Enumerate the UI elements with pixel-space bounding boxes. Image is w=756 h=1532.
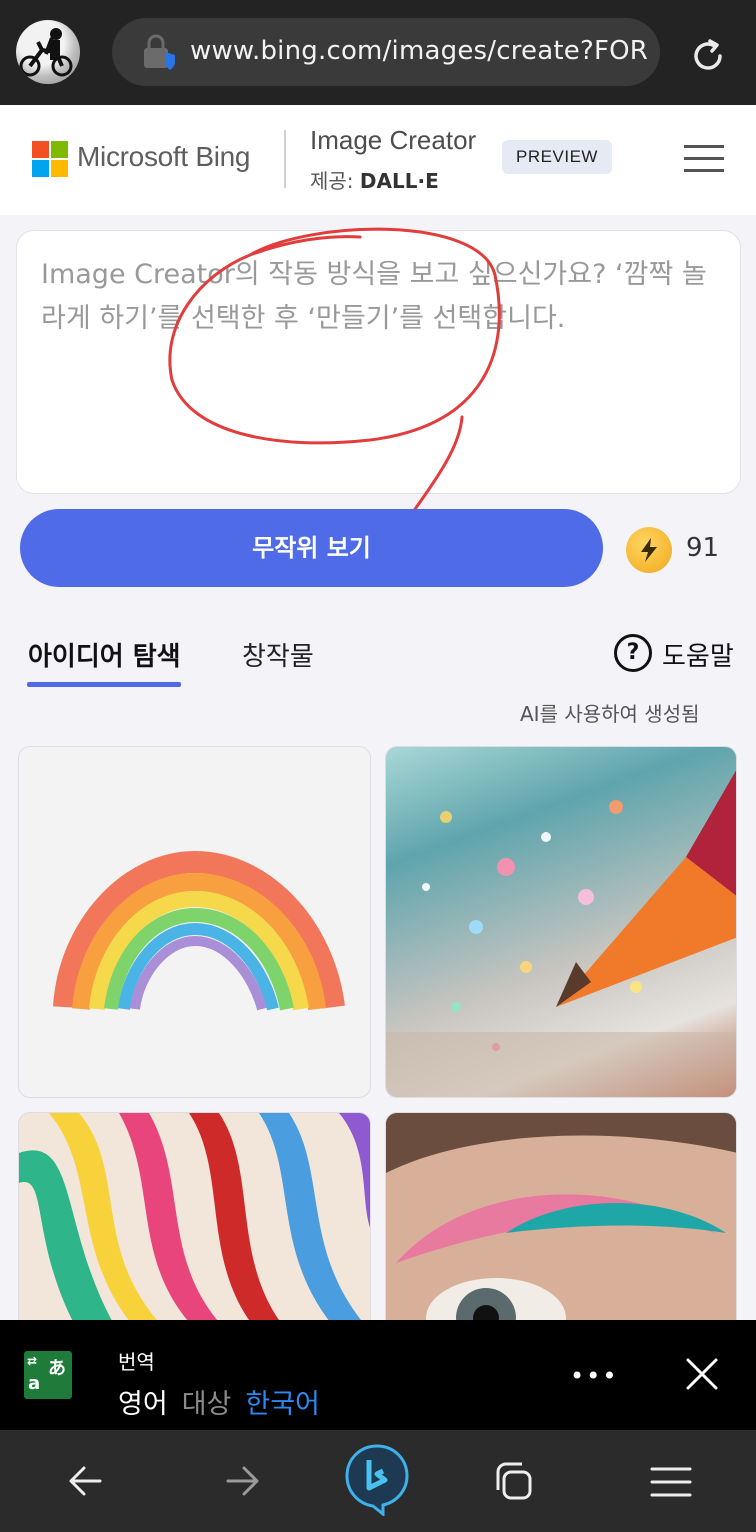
eye-makeup-image[interactable] — [385, 1112, 737, 1332]
browser-toolbar: www.bing.com/images/create?FORM= — [0, 0, 756, 105]
profile-avatar[interactable] — [16, 20, 80, 84]
translate-title: 번역 — [118, 1350, 155, 1374]
close-icon[interactable] — [684, 1356, 720, 1392]
ai-generated-note: AI를 사용하여 생성됨 — [520, 702, 700, 726]
preview-badge: PREVIEW — [502, 140, 612, 174]
translate-icon: aあ ⇄ — [24, 1351, 72, 1399]
bottom-navigation — [0, 1430, 756, 1532]
brand-name[interactable]: Microsoft Bing — [77, 141, 251, 173]
powered-prefix: 제공: — [310, 169, 354, 193]
translation-bar: aあ ⇄ 번역 영어 대상 한국어 ••• — [0, 1320, 756, 1430]
translate-languages: 영어 대상 한국어 — [118, 1382, 320, 1421]
help-link[interactable]: 도움말 — [662, 636, 734, 673]
back-icon[interactable] — [66, 1464, 106, 1498]
address-bar[interactable]: www.bing.com/images/create?FORM= — [112, 18, 660, 86]
glitter-pencil-image[interactable] — [385, 746, 737, 1098]
source-language[interactable]: 영어 — [118, 1389, 168, 1420]
powered-by: 제공: DALL·E — [310, 165, 439, 194]
target-language[interactable]: 한국어 — [245, 1389, 320, 1420]
product-title: Image Creator — [310, 125, 477, 155]
forward-icon[interactable] — [222, 1464, 262, 1498]
microsoft-logo-icon[interactable] — [32, 141, 68, 177]
rainbow-paper-image[interactable] — [18, 746, 371, 1098]
lock-shield-icon — [144, 34, 175, 70]
tab-explore-ideas[interactable]: 아이디어 탐색 — [28, 636, 181, 673]
bing-icon[interactable] — [343, 1442, 411, 1516]
powered-by-name: DALL·E — [359, 169, 439, 193]
boost-count: 91 — [686, 533, 720, 563]
tab-creations[interactable]: 창작물 — [242, 636, 314, 673]
more-options-icon[interactable]: ••• — [570, 1362, 618, 1390]
help-icon[interactable]: ? — [614, 634, 652, 672]
hamburger-menu-icon[interactable] — [684, 143, 726, 175]
boost-icon[interactable] — [626, 527, 672, 573]
reload-icon[interactable] — [688, 36, 728, 76]
surprise-me-button[interactable]: 무작위 보기 — [20, 509, 603, 587]
tabs-icon[interactable] — [492, 1460, 536, 1502]
active-tab-indicator — [27, 682, 181, 687]
url-text: www.bing.com/images/create?FORM= — [190, 36, 650, 66]
red-annotation-circle — [168, 227, 501, 525]
menu-icon[interactable] — [650, 1466, 692, 1498]
target-label: 대상 — [181, 1389, 232, 1420]
header-divider — [284, 130, 286, 188]
colorful-ribbons-image[interactable] — [18, 1112, 371, 1332]
site-header: Microsoft Bing Image Creator 제공: DALL·E … — [0, 105, 756, 215]
